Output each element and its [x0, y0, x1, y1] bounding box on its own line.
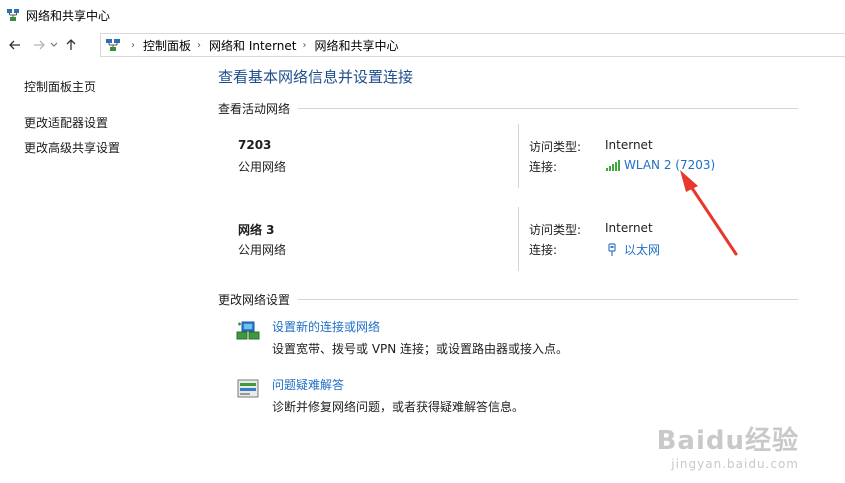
- arrow-up-icon: [66, 39, 76, 50]
- section-divider: [298, 299, 798, 300]
- main-content: 查看基本网络信息并设置连接 查看活动网络 7203 公用网络 访问类型: Int…: [218, 66, 798, 414]
- sidebar-item-change-advanced-sharing[interactable]: 更改高级共享设置: [24, 139, 120, 156]
- breadcrumb-network-internet[interactable]: 网络和 Internet: [209, 37, 296, 54]
- arrow-right-icon: [34, 40, 45, 50]
- watermark: Baidu经验 jingyan.baidu.com: [657, 420, 799, 471]
- up-button[interactable]: [62, 34, 80, 56]
- watermark-url: jingyan.baidu.com: [671, 457, 799, 471]
- network-center-icon: [106, 39, 120, 51]
- wifi-signal-icon: [606, 160, 620, 171]
- change-settings-section-header: 更改网络设置: [218, 291, 798, 308]
- window-title: 网络和共享中心: [26, 8, 111, 23]
- breadcrumb-separator-icon[interactable]: ›: [302, 40, 306, 51]
- watermark-brand: Baidu经验: [656, 426, 799, 456]
- network-name: 7203: [238, 138, 272, 152]
- page-title: 查看基本网络信息并设置连接: [218, 68, 414, 86]
- ethernet-connection-link[interactable]: 以太网: [624, 241, 660, 258]
- sidebar-item-control-panel-home[interactable]: 控制面板主页: [24, 78, 96, 95]
- back-button[interactable]: [6, 34, 24, 56]
- vertical-divider: [518, 207, 519, 271]
- active-networks-label: 查看活动网络: [218, 102, 291, 116]
- recent-locations-button[interactable]: [48, 34, 60, 56]
- access-type-value: Internet: [605, 221, 653, 235]
- connection-label: 连接:: [529, 160, 558, 174]
- task-new-connection: 设置新的连接或网络 设置宽带、拨号或 VPN 连接；或设置路由器或接入点。: [236, 318, 796, 362]
- forward-button[interactable]: [30, 34, 48, 56]
- access-type-value: Internet: [605, 138, 653, 152]
- task-troubleshoot: 问题疑难解答 诊断并修复网络问题，或者获得疑难解答信息。: [236, 376, 796, 420]
- troubleshoot-problems-link[interactable]: 问题疑难解答: [272, 376, 344, 393]
- active-networks-section-header: 查看活动网络: [218, 100, 798, 117]
- arrow-left-icon: [9, 40, 20, 50]
- setup-new-connection-description: 设置宽带、拨号或 VPN 连接；或设置路由器或接入点。: [272, 342, 569, 356]
- address-bar[interactable]: › 控制面板 › 网络和 Internet › 网络和共享中心: [100, 33, 845, 57]
- access-type-label: 访问类型:: [529, 223, 582, 237]
- new-connection-icon: [236, 321, 260, 340]
- network-category: 公用网络: [238, 160, 287, 174]
- connection-label: 连接:: [529, 243, 558, 257]
- network-name: 网络 3: [238, 223, 275, 237]
- setup-new-connection-link[interactable]: 设置新的连接或网络: [272, 318, 380, 335]
- ethernet-icon: [608, 242, 616, 256]
- change-settings-label: 更改网络设置: [218, 293, 291, 307]
- troubleshoot-icon: [237, 379, 259, 398]
- title-bar: 网络和共享中心: [0, 0, 845, 30]
- breadcrumb-control-panel[interactable]: 控制面板: [143, 37, 191, 54]
- access-type-label: 访问类型:: [529, 140, 582, 154]
- vertical-divider: [518, 124, 519, 188]
- navigation-bar: › 控制面板 › 网络和 Internet › 网络和共享中心: [0, 32, 845, 58]
- breadcrumb-separator-icon[interactable]: ›: [197, 40, 201, 51]
- troubleshoot-problems-description: 诊断并修复网络问题，或者获得疑难解答信息。: [272, 400, 525, 414]
- network-center-icon: [7, 9, 19, 21]
- network-category: 公用网络: [238, 243, 287, 257]
- sidebar-item-change-adapter-settings[interactable]: 更改适配器设置: [24, 114, 108, 131]
- breadcrumb-network-sharing-center[interactable]: 网络和共享中心: [314, 37, 398, 54]
- breadcrumb-separator-icon[interactable]: ›: [131, 40, 135, 51]
- annotation-arrow-icon: [680, 170, 738, 256]
- connection-value[interactable]: 以太网: [605, 241, 660, 258]
- chevron-down-icon: [50, 42, 58, 47]
- section-divider: [298, 108, 798, 109]
